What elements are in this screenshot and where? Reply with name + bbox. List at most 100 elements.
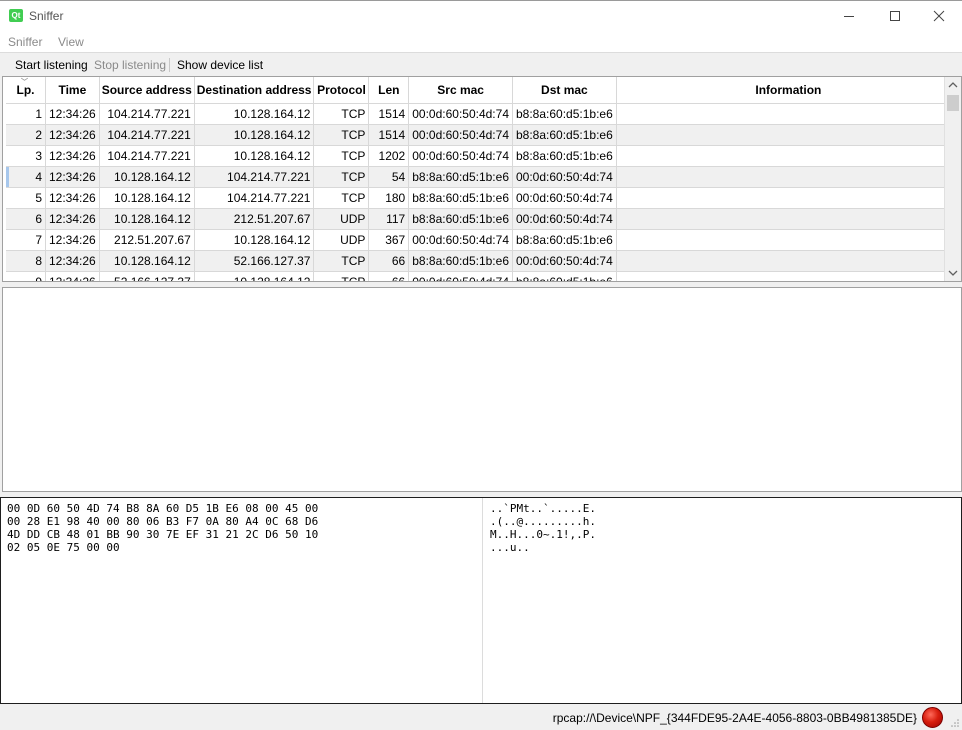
- column-header-information[interactable]: Information: [616, 77, 961, 104]
- cell-protocol: TCP: [313, 166, 370, 188]
- scrollbar-thumb[interactable]: [947, 95, 959, 111]
- cell-source-address: 212.51.207.67: [99, 229, 195, 251]
- show-device-list-button[interactable]: Show device list: [177, 58, 263, 72]
- cell-source-address: 10.128.164.12: [99, 187, 195, 209]
- cell-protocol: UDP: [313, 229, 370, 251]
- cell-time: 12:34:26: [45, 124, 100, 146]
- cell-len: 66: [368, 271, 410, 281]
- column-header-dst-mac[interactable]: Dst mac: [512, 77, 617, 104]
- menu-view[interactable]: View: [58, 35, 84, 49]
- cell-len: 1514: [368, 124, 410, 146]
- cell-len: 66: [368, 250, 410, 272]
- cell-lp: 8: [6, 250, 46, 272]
- table-row[interactable]: 5 12:34:26 10.128.164.12 104.214.77.221 TCP 1…: [6, 187, 961, 209]
- cell-information: [616, 145, 961, 167]
- cell-lp: 6: [6, 208, 46, 230]
- cell-src-mac: 00:0d:60:50:4d:74: [408, 229, 513, 251]
- cell-lp: 1: [6, 103, 46, 125]
- cell-len: 1514: [368, 103, 410, 125]
- table-vertical-scrollbar[interactable]: [944, 77, 961, 281]
- column-header-protocol[interactable]: Protocol: [313, 77, 370, 104]
- cell-dst-mac: 00:0d:60:50:4d:74: [512, 166, 617, 188]
- cell-lp: 3: [6, 145, 46, 167]
- cell-protocol: TCP: [313, 124, 370, 146]
- table-row[interactable]: 9 12:34:26 52.166.127.37 10.128.164.12 TCP 66…: [6, 271, 961, 281]
- cell-lp: 2: [6, 124, 46, 146]
- resize-grip-icon[interactable]: [950, 718, 960, 728]
- cell-information: [616, 166, 961, 188]
- cell-destination-address: 10.128.164.12: [194, 145, 315, 167]
- table-row[interactable]: 1 12:34:26 104.214.77.221 10.128.164.12 TCP 1…: [6, 103, 961, 125]
- cell-lp: 9: [6, 271, 46, 281]
- cell-dst-mac: 00:0d:60:50:4d:74: [512, 187, 617, 209]
- device-path-label: rpcap://\Device\NPF_{344FDE95-2A4E-4056-…: [552, 711, 917, 725]
- cell-destination-address: 212.51.207.67: [194, 208, 315, 230]
- cell-destination-address: 52.166.127.37: [194, 250, 315, 272]
- cell-dst-mac: 00:0d:60:50:4d:74: [512, 250, 617, 272]
- close-icon: [933, 10, 945, 22]
- column-header-len[interactable]: Len: [368, 77, 410, 104]
- cell-lp: 7: [6, 229, 46, 251]
- start-listening-button[interactable]: Start listening: [15, 58, 88, 72]
- cell-src-mac: 00:0d:60:50:4d:74: [408, 124, 513, 146]
- window-title: Sniffer: [29, 9, 64, 23]
- title-bar: Qt Sniffer: [0, 0, 962, 31]
- scroll-up-icon[interactable]: [945, 77, 961, 93]
- column-header-time[interactable]: Time: [45, 77, 100, 104]
- cell-protocol: TCP: [313, 250, 370, 272]
- cell-destination-address: 10.128.164.12: [194, 229, 315, 251]
- cell-destination-address: 10.128.164.12: [194, 124, 315, 146]
- cell-time: 12:34:26: [45, 250, 100, 272]
- cell-source-address: 10.128.164.12: [99, 250, 195, 272]
- stop-listening-button[interactable]: Stop listening: [94, 58, 166, 72]
- toolbar-separator: [169, 58, 170, 72]
- packet-rows: 1 12:34:26 104.214.77.221 10.128.164.12 TCP 1…: [6, 103, 961, 281]
- maximize-button[interactable]: [872, 1, 918, 31]
- cell-source-address: 104.214.77.221: [99, 103, 195, 125]
- table-row[interactable]: 8 12:34:26 10.128.164.12 52.166.127.37 TCP 66…: [6, 250, 961, 272]
- cell-information: [616, 124, 961, 146]
- hex-ascii-view[interactable]: ..`PMt..`.....E. .(..@.........h. M..H..…: [490, 502, 596, 554]
- cell-information: [616, 229, 961, 251]
- column-header-src-mac[interactable]: Src mac: [408, 77, 513, 104]
- table-row[interactable]: 3 12:34:26 104.214.77.221 10.128.164.12 TCP 1…: [6, 145, 961, 167]
- column-header-source-address[interactable]: Source address: [99, 77, 195, 104]
- qt-logo-icon: Qt: [9, 9, 23, 22]
- cell-lp: 4: [6, 166, 46, 188]
- minimize-button[interactable]: [826, 1, 872, 31]
- capture-status-indicator-icon: [922, 707, 943, 728]
- scroll-down-icon[interactable]: [945, 265, 961, 281]
- table-row[interactable]: 6 12:34:26 10.128.164.12 212.51.207.67 UDP 11…: [6, 208, 961, 230]
- cell-time: 12:34:26: [45, 166, 100, 188]
- toolbar: Start listening Stop listening Show devi…: [0, 52, 962, 76]
- cell-protocol: TCP: [313, 145, 370, 167]
- table-row[interactable]: 2 12:34:26 104.214.77.221 10.128.164.12 TCP 1…: [6, 124, 961, 146]
- cell-len: 367: [368, 229, 410, 251]
- close-button[interactable]: [916, 1, 962, 31]
- cell-dst-mac: b8:8a:60:d5:1b:e6: [512, 124, 617, 146]
- column-header-destination-address[interactable]: Destination address: [194, 77, 315, 104]
- cell-dst-mac: b8:8a:60:d5:1b:e6: [512, 103, 617, 125]
- cell-source-address: 104.214.77.221: [99, 124, 195, 146]
- cell-len: 117: [368, 208, 410, 230]
- cell-dst-mac: b8:8a:60:d5:1b:e6: [512, 271, 617, 281]
- cell-dst-mac: 00:0d:60:50:4d:74: [512, 208, 617, 230]
- cell-protocol: TCP: [313, 103, 370, 125]
- cell-protocol: TCP: [313, 271, 370, 281]
- cell-src-mac: b8:8a:60:d5:1b:e6: [408, 250, 513, 272]
- hex-dump-panel: 00 0D 60 50 4D 74 B8 8A 60 D5 1B E6 08 0…: [0, 497, 962, 704]
- cell-destination-address: 104.214.77.221: [194, 187, 315, 209]
- column-header-lp[interactable]: ﹀ Lp.: [6, 77, 46, 104]
- cell-information: [616, 103, 961, 125]
- menu-sniffer[interactable]: Sniffer: [8, 35, 42, 49]
- table-row[interactable]: 7 12:34:26 212.51.207.67 10.128.164.12 UDP 36…: [6, 229, 961, 251]
- menu-bar: Sniffer View: [0, 31, 962, 52]
- table-row[interactable]: 4 12:34:26 10.128.164.12 104.214.77.221 TCP 5…: [6, 166, 961, 188]
- status-bar: rpcap://\Device\NPF_{344FDE95-2A4E-4056-…: [0, 705, 962, 730]
- cell-len: 180: [368, 187, 410, 209]
- hex-bytes-view[interactable]: 00 0D 60 50 4D 74 B8 8A 60 D5 1B E6 08 0…: [7, 502, 318, 554]
- cell-source-address: 104.214.77.221: [99, 145, 195, 167]
- cell-dst-mac: b8:8a:60:d5:1b:e6: [512, 229, 617, 251]
- maximize-icon: [890, 11, 900, 21]
- packet-details-panel[interactable]: [2, 287, 962, 492]
